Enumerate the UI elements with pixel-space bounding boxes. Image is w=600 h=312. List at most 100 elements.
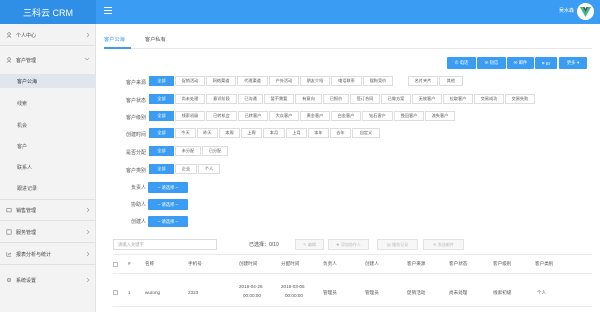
- filter-option[interactable]: 全部: [149, 146, 174, 156]
- filter-option[interactable]: 本周: [219, 128, 240, 138]
- filter-option[interactable]: 促销活动: [175, 76, 205, 86]
- sidebar-group-customers[interactable]: 客户管理: [0, 53, 96, 67]
- row-checkbox[interactable]: [113, 290, 118, 295]
- filter-option[interactable]: 有意向: [295, 94, 322, 104]
- sidebar-group-reports[interactable]: 报表分析与统计: [0, 247, 96, 261]
- email-button[interactable]: ✉ 邮件: [507, 57, 534, 69]
- filter-option[interactable]: 挽回客户: [394, 111, 424, 121]
- filter-option[interactable]: 户外活动: [269, 76, 299, 86]
- filter-option[interactable]: 流失客户: [425, 111, 455, 121]
- chevron-right-icon: [86, 277, 90, 285]
- tab-public-pool[interactable]: 客户公海: [104, 36, 125, 43]
- username[interactable]: 吴水森: [559, 7, 574, 14]
- filter-option[interactable]: 已分配: [202, 146, 228, 156]
- column-header[interactable]: 分配时间: [281, 261, 299, 267]
- column-header[interactable]: 客户来源: [407, 261, 425, 267]
- filter-option[interactable]: 全部: [149, 76, 174, 86]
- filter-option[interactable]: 意识阶段: [206, 94, 237, 104]
- filter-option[interactable]: 尚未处理: [175, 94, 205, 104]
- filter-option[interactable]: 其他: [439, 76, 463, 86]
- filter-option[interactable]: 无效客户: [412, 94, 442, 104]
- sidebar-group-personal[interactable]: 个人中心: [0, 28, 96, 42]
- filter-option[interactable]: 拉取客户: [443, 94, 473, 104]
- column-header[interactable]: 手机号: [188, 261, 202, 267]
- add-assistant-button[interactable]: ✚ 添加协作人: [328, 239, 369, 250]
- column-header[interactable]: 客户类别: [535, 261, 553, 267]
- column-header[interactable]: 客户状态: [449, 261, 467, 267]
- sms-button[interactable]: ✉ 短信: [477, 57, 506, 69]
- filter-option[interactable]: 全部: [149, 128, 174, 138]
- brand-logo[interactable]: 三科云 CRM: [0, 0, 96, 24]
- filter-option[interactable]: 交易成功: [474, 94, 504, 104]
- filter-option[interactable]: 钻石客户: [362, 111, 393, 121]
- filter-option[interactable]: 个人: [198, 164, 220, 174]
- column-header[interactable]: 创建时间: [239, 261, 257, 267]
- cell-name[interactable]: wurong: [145, 290, 160, 295]
- service-record-button[interactable]: ▤ 服务记录: [377, 239, 418, 250]
- select-all-checkbox[interactable]: [113, 262, 118, 267]
- filter-option[interactable]: 已转客户: [238, 111, 268, 121]
- edit-icon: ✎: [303, 242, 307, 247]
- filter-option[interactable]: 线索初级: [175, 111, 205, 121]
- filter-option[interactable]: 企业: [175, 164, 197, 174]
- filter-option[interactable]: 未分配: [175, 146, 201, 156]
- filter-option[interactable]: 去年: [330, 128, 351, 138]
- column-header[interactable]: 名称: [145, 261, 154, 267]
- filter-option[interactable]: 交易失败: [505, 94, 535, 104]
- sidebar-item-leads[interactable]: 线索: [0, 96, 96, 110]
- sidebar-group-label: 报表分析与统计: [16, 251, 52, 258]
- filter-option[interactable]: 黄金客户: [300, 111, 330, 121]
- filter-option[interactable]: 搜狗竞价: [363, 76, 393, 86]
- column-header[interactable]: 客户级别: [493, 261, 511, 267]
- sidebar-item-sea[interactable]: 客户公海: [0, 74, 96, 88]
- filter-option[interactable]: 昨天: [197, 128, 218, 138]
- filter-option[interactable]: 上周: [241, 128, 262, 138]
- filter-option[interactable]: 本年: [308, 128, 329, 138]
- filter-option[interactable]: 自定义: [352, 128, 380, 138]
- filter-option[interactable]: 白金客户: [331, 111, 361, 121]
- filter-option[interactable]: 上月: [286, 128, 307, 138]
- filter-option[interactable]: 已报价: [323, 94, 349, 104]
- chevron-right-icon: [86, 32, 90, 40]
- owner-select-button[interactable]: -- 请选择 --: [148, 182, 188, 193]
- filter-option[interactable]: 已转机会: [206, 111, 237, 121]
- send-email-button[interactable]: ✉ 发送邮件: [423, 239, 464, 250]
- phone-button[interactable]: ✆ 电话: [447, 57, 476, 69]
- filter-option[interactable]: 网络渠道: [206, 76, 236, 86]
- sidebar-item-opportunities[interactable]: 机会: [0, 118, 96, 132]
- chevron-right-icon: [86, 229, 90, 237]
- sidebar-group-sales[interactable]: 销售管理: [0, 203, 96, 217]
- filter-option[interactable]: 大众客户: [269, 111, 299, 121]
- tab-private[interactable]: 客户私有: [145, 36, 166, 43]
- menu-toggle-icon[interactable]: [104, 7, 112, 15]
- creator-select-button[interactable]: -- 请选择 --: [148, 216, 188, 227]
- column-header[interactable]: 创建人: [365, 261, 379, 267]
- avatar[interactable]: [577, 3, 594, 20]
- filter-option[interactable]: 已沟通: [238, 94, 263, 104]
- bi-button[interactable]: ⌗ BI: [535, 57, 557, 69]
- sidebar-item-followups[interactable]: 跟进记录: [0, 181, 96, 195]
- filter-option[interactable]: 名片夹片: [408, 76, 438, 86]
- more-button[interactable]: 更多 ▾: [559, 57, 587, 69]
- keyword-search-input[interactable]: 请输入关键字: [113, 239, 217, 250]
- assistant-select-button[interactable]: -- 请选择 --: [148, 199, 188, 210]
- filter-option[interactable]: 代理渠道: [237, 76, 268, 86]
- caret-down-icon: ▾: [576, 60, 580, 65]
- filter-option[interactable]: 签订合同: [350, 94, 380, 104]
- sidebar-item-customers[interactable]: 客户: [0, 139, 96, 153]
- filter-option[interactable]: 已做方案: [381, 94, 411, 104]
- filter-option[interactable]: 电话联系: [331, 76, 362, 86]
- edit-button[interactable]: ✎ 编辑: [295, 239, 324, 250]
- filter-option[interactable]: 朋友介绍: [300, 76, 330, 86]
- filter-option[interactable]: 本月: [263, 128, 285, 138]
- sidebar-group-label: 销售管理: [16, 207, 37, 214]
- column-header[interactable]: 负责人: [323, 261, 337, 267]
- filter-option[interactable]: 今天: [175, 128, 196, 138]
- sidebar-item-contacts[interactable]: 联系人: [0, 160, 96, 174]
- filter-option[interactable]: 全部: [149, 111, 174, 121]
- filter-option[interactable]: 全部: [149, 94, 174, 104]
- sidebar-group-service[interactable]: 服务管理: [0, 225, 96, 239]
- filter-option[interactable]: 全部: [149, 164, 174, 174]
- filter-option[interactable]: 暂不需要: [264, 94, 294, 104]
- sidebar-group-settings[interactable]: 系统设置: [0, 273, 96, 287]
